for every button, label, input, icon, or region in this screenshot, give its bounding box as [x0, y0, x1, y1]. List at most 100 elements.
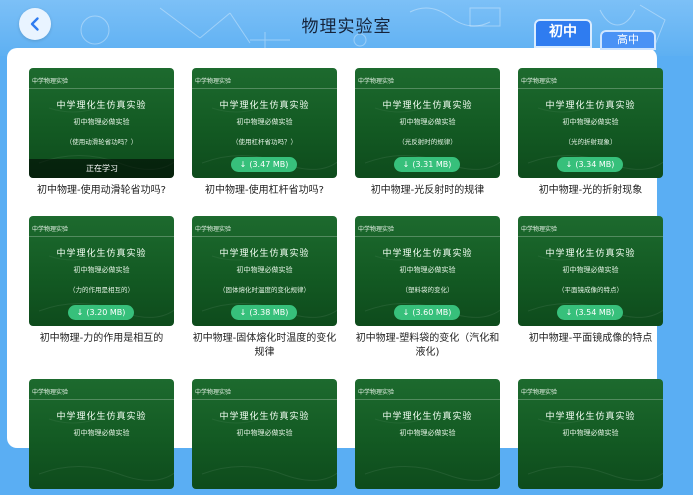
experiment-thumbnail[interactable]: 中学物理实验 中学理化生仿真实验 初中物理必做实验: [192, 379, 337, 489]
thumbnail-subtitle: 初中物理必做实验: [73, 266, 130, 274]
download-button[interactable]: ↓ (3.20 MB): [68, 305, 134, 320]
download-size: (3.54 MB): [575, 308, 615, 317]
thumbnail-subtitle: 初中物理必做实验: [236, 266, 293, 274]
experiment-thumbnail[interactable]: 中学物理实验 中学理化生仿真实验 初中物理必做实验 （固体熔化时温度的变化规律） ↓ (3…: [192, 216, 337, 326]
thumbnail-topic: （使用杠杆省功吗？）: [232, 138, 297, 146]
experiment-thumbnail[interactable]: 中学物理实验中学理化生仿真实验 初中物理必做实验 （平面镜成像的特点） ↓ (3.54 …: [518, 216, 663, 326]
experiment-card[interactable]: 中学物理实验 中学理化生仿真实验 初中物理必做实验 （力的作用是相互的） ↓ (3.20 …: [29, 216, 174, 346]
thumbnail-topic: （光的折射现象）: [564, 138, 617, 146]
experiment-card[interactable]: 中学物理实验 中学理化生仿真实验 初中物理必做实验: [192, 379, 337, 495]
download-size: (3.38 MB): [249, 308, 289, 317]
experiment-card[interactable]: 中学物理实验中学理化生仿真实验 初中物理必做实验 （平面镜成像的特点） ↓ (3.54 …: [518, 216, 663, 346]
thumbnail-divider: [29, 399, 174, 400]
thumbnail-topic: （力的作用是相互的）: [69, 286, 134, 294]
thumbnail-divider: [518, 236, 663, 237]
experiment-caption: 初中物理-使用动滑轮省功吗?: [37, 185, 166, 196]
thumbnail-header: 中学物理实验: [521, 78, 558, 85]
thumbnail-divider: [29, 236, 174, 237]
experiment-thumbnail[interactable]: 中学物理实验 中学理化生仿真实验 初中物理必做实验 （力的作用是相互的） ↓ (3.20 …: [29, 216, 174, 326]
thumbnail-title: 中学理化生仿真实验: [382, 101, 473, 111]
thumbnail-topic: （光反射时的规律）: [398, 138, 457, 146]
thumbnail-header: 中学物理实验: [358, 226, 395, 233]
download-arrow-icon: ↓: [565, 308, 573, 317]
experiment-card[interactable]: 中学物理实验 中学理化生仿真实验 初中物理必做实验: [518, 379, 663, 495]
thumbnail-topic: （使用动滑轮省功吗？）: [65, 138, 138, 146]
experiment-card[interactable]: 中学物理实验中学理化生仿真实验 初中物理必做实验 （光反射时的规律） ↓ (3.31 M…: [355, 68, 500, 198]
thumbnail-title: 中学理化生仿真实验: [219, 101, 310, 111]
thumbnail-title: 中学理化生仿真实验: [56, 249, 147, 259]
thumbnail-subtitle: 初中物理必做实验: [73, 118, 130, 126]
thumbnail-title: 中学理化生仿真实验: [219, 412, 310, 422]
thumbnail-subtitle: 初中物理必做实验: [562, 266, 619, 274]
thumbnail-divider: [355, 236, 500, 237]
thumbnail-title: 中学理化生仿真实验: [545, 249, 636, 259]
download-size: (3.20 MB): [86, 308, 126, 317]
experiment-thumbnail[interactable]: 中学物理实验中学理化生仿真实验 初中物理必做实验: [355, 379, 500, 489]
thumbnail-subtitle: 初中物理必做实验: [399, 118, 456, 126]
studying-status-bar: 正在学习: [29, 159, 174, 178]
download-button[interactable]: ↓ (3.34 MB): [557, 157, 623, 172]
thumbnail-title: 中学理化生仿真实验: [545, 101, 636, 111]
thumbnail-subtitle: 初中物理必做实验: [399, 429, 456, 437]
thumbnail-divider: [192, 88, 337, 89]
thumbnail-title: 中学理化生仿真实验: [219, 249, 310, 259]
download-arrow-icon: ↓: [565, 160, 573, 169]
download-size: (3.31 MB): [412, 160, 452, 169]
thumbnail-header: 中学物理实验: [195, 389, 232, 396]
thumbnail-divider: [355, 88, 500, 89]
experiment-thumbnail[interactable]: 中学物理实验中学理化生仿真实验 初中物理必做实验 （光反射时的规律） ↓ (3.31 M…: [355, 68, 500, 178]
experiment-caption: 初中物理-使用杠杆省功吗?: [205, 185, 324, 196]
download-arrow-icon: ↓: [402, 160, 410, 169]
experiment-thumbnail[interactable]: 中学物理实验 中学理化生仿真实验 初中物理必做实验: [29, 379, 174, 489]
tab-junior-high[interactable]: 初中: [534, 19, 592, 48]
thumbnail-header: 中学物理实验: [32, 389, 69, 396]
experiment-caption: 初中物理-力的作用是相互的: [39, 333, 164, 344]
thumbnail-divider: [29, 88, 174, 89]
experiment-card[interactable]: 中学物理实验 中学理化生仿真实验 初中物理必做实验 （使用动滑轮省功吗？） 正在学习 初中…: [29, 68, 174, 198]
thumbnail-subtitle: 初中物理必做实验: [399, 266, 456, 274]
tab-senior-high[interactable]: 高中: [600, 30, 656, 50]
thumbnail-divider: [192, 236, 337, 237]
experiment-card[interactable]: 中学物理实验 中学理化生仿真实验 初中物理必做实验: [29, 379, 174, 495]
experiment-caption: 初中物理-光的折射现象: [538, 185, 643, 196]
thumbnail-subtitle: 初中物理必做实验: [562, 429, 619, 437]
experiment-thumbnail[interactable]: 中学物理实验 中学理化生仿真实验 初中物理必做实验 （塑料袋的变化） ↓ (3.60 MB…: [355, 216, 500, 326]
experiment-thumbnail[interactable]: 中学物理实验 中学理化生仿真实验 初中物理必做实验 （使用动滑轮省功吗？） 正在学习: [29, 68, 174, 178]
download-size: (3.60 MB): [412, 308, 452, 317]
thumbnail-title: 中学理化生仿真实验: [382, 412, 473, 422]
thumbnail-header: 中学物理实验: [521, 226, 558, 233]
experiment-caption: 初中物理-光反射时的规律: [370, 185, 485, 196]
download-arrow-icon: ↓: [402, 308, 410, 317]
thumbnail-title: 中学理化生仿真实验: [56, 101, 147, 111]
experiment-card[interactable]: 中学物理实验 中学理化生仿真实验 初中物理必做实验 （固体熔化时温度的变化规律） ↓ (3…: [192, 216, 337, 360]
experiment-thumbnail[interactable]: 中学物理实验 中学理化生仿真实验 初中物理必做实验 （使用杠杆省功吗？） ↓ (3.47 …: [192, 68, 337, 178]
download-button[interactable]: ↓ (3.54 MB): [557, 305, 623, 320]
experiment-card[interactable]: 中学物理实验中学理化生仿真实验 初中物理必做实验: [355, 379, 500, 495]
download-button[interactable]: ↓ (3.47 MB): [231, 157, 297, 172]
experiment-thumbnail[interactable]: 中学物理实验中学理化生仿真实验 初中物理必做实验 （光的折射现象） ↓ (3.34 MB…: [518, 68, 663, 178]
thumbnail-divider: [518, 399, 663, 400]
experiment-caption: 初中物理-塑料袋的变化（汽化和液化): [355, 333, 500, 358]
experiment-card[interactable]: 中学物理实验 中学理化生仿真实验 初中物理必做实验 （使用杠杆省功吗？） ↓ (3.47 …: [192, 68, 337, 198]
thumbnail-title: 中学理化生仿真实验: [545, 412, 636, 422]
download-size: (3.34 MB): [575, 160, 615, 169]
thumbnail-header: 中学物理实验: [358, 389, 395, 396]
download-arrow-icon: ↓: [239, 160, 247, 169]
thumbnail-header: 中学物理实验: [195, 78, 232, 85]
download-arrow-icon: ↓: [76, 308, 84, 317]
experiment-thumbnail[interactable]: 中学物理实验 中学理化生仿真实验 初中物理必做实验: [518, 379, 663, 489]
experiment-card[interactable]: 中学物理实验 中学理化生仿真实验 初中物理必做实验 （塑料袋的变化） ↓ (3.60 MB…: [355, 216, 500, 360]
experiment-caption: 初中物理-固体熔化时温度的变化规律: [192, 333, 337, 358]
download-button[interactable]: ↓ (3.38 MB): [231, 305, 297, 320]
download-button[interactable]: ↓ (3.31 MB): [394, 157, 460, 172]
thumbnail-topic: （塑料袋的变化）: [401, 286, 454, 294]
download-button[interactable]: ↓ (3.60 MB): [394, 305, 460, 320]
thumbnail-header: 中学物理实验: [358, 78, 395, 85]
thumbnail-subtitle: 初中物理必做实验: [562, 118, 619, 126]
thumbnail-title: 中学理化生仿真实验: [56, 412, 147, 422]
thumbnail-divider: [355, 399, 500, 400]
thumbnail-topic: （平面镜成像的特点）: [558, 286, 623, 294]
download-size: (3.47 MB): [249, 160, 289, 169]
experiment-card[interactable]: 中学物理实验中学理化生仿真实验 初中物理必做实验 （光的折射现象） ↓ (3.34 MB…: [518, 68, 663, 198]
experiment-caption: 初中物理-平面镜成像的特点: [528, 333, 653, 344]
